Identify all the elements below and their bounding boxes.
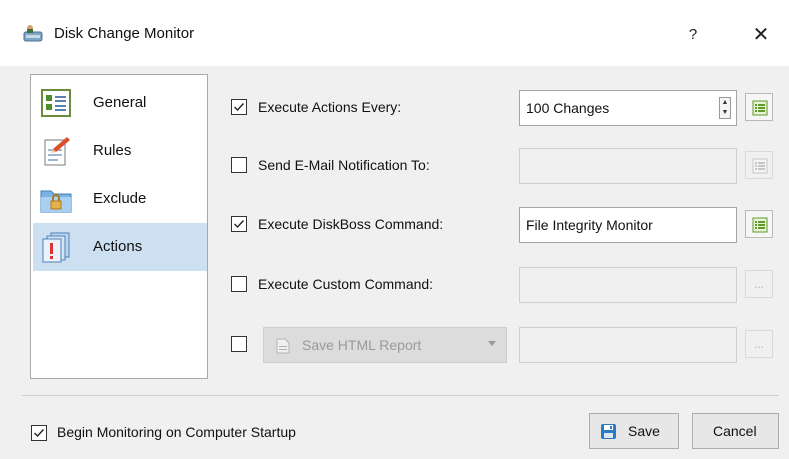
cancel-label: Cancel [713,423,757,439]
custom-command-label: Execute Custom Command: [258,276,434,292]
report-type-select[interactable]: Save HTML Report [263,327,507,363]
diskboss-value: File Integrity Monitor [526,217,653,233]
report-path-field[interactable] [519,327,737,363]
diskboss-label: Execute DiskBoss Command: [258,216,444,232]
diskboss-options-button[interactable] [745,210,773,238]
spin-up-icon[interactable]: ▲ [720,98,730,108]
help-button[interactable]: ? [678,20,708,50]
sidebar-item-label: General [93,94,147,111]
list-icon [752,217,768,233]
floppy-disk-icon [600,423,617,440]
general-icon [39,87,73,119]
exclude-icon [39,183,73,215]
execute-every-spinner[interactable]: ▲ ▼ [719,97,731,119]
actions-icon [39,231,73,263]
rules-icon [39,135,73,167]
custom-command-checkbox[interactable] [231,276,247,292]
execute-every-label: Execute Actions Every: [258,99,402,115]
list-icon [752,100,768,116]
execute-every-value: 100 Changes [526,100,610,116]
email-options-button[interactable] [745,151,773,179]
category-list: General Rules Exclude Actions [30,74,208,379]
execute-every-field[interactable]: 100 Changes ▲ ▼ [519,90,737,126]
save-label: Save [628,423,660,439]
execute-every-row: Execute Actions Every: 100 Changes ▲ ▼ [231,90,773,126]
sidebar-item-actions[interactable]: Actions [33,223,207,271]
startup-checkbox[interactable] [31,425,47,441]
spin-down-icon[interactable]: ▼ [720,108,730,118]
report-browse-button[interactable]: ... [745,330,773,358]
save-button[interactable]: Save [589,413,679,449]
sidebar-item-general[interactable]: General [33,79,207,127]
diskboss-row: Execute DiskBoss Command: File Integrity… [231,207,773,243]
cancel-button[interactable]: Cancel [692,413,779,449]
browse-label: ... [753,277,764,291]
footer-divider [22,395,779,396]
sidebar-item-label: Exclude [93,190,147,207]
browse-label: ... [753,337,764,351]
email-checkbox[interactable] [231,157,247,173]
list-icon [752,158,768,174]
document-icon [276,338,290,354]
sidebar-item-label: Actions [93,238,143,255]
window-title: Disk Change Monitor [54,25,195,42]
report-type-value: Save HTML Report [302,337,422,353]
title-bar: Disk Change Monitor ? ✕ [0,0,789,66]
report-row: Save HTML Report ... [231,327,773,363]
custom-command-browse-button[interactable]: ... [745,270,773,298]
diskboss-checkbox[interactable] [231,216,247,232]
diskboss-field[interactable]: File Integrity Monitor [519,207,737,243]
sidebar-item-rules[interactable]: Rules [33,127,207,175]
execute-every-options-button[interactable] [745,93,773,121]
report-checkbox[interactable] [231,336,247,352]
custom-command-row: Execute Custom Command: ... [231,267,773,303]
sidebar-item-label: Rules [93,142,132,159]
execute-every-checkbox[interactable] [231,99,247,115]
chevron-down-icon [488,341,496,346]
email-row: Send E-Mail Notification To: [231,148,773,184]
app-icon [22,23,44,43]
dialog: Disk Change Monitor ? ✕ General Rules Ex… [0,0,789,459]
sidebar-item-exclude[interactable]: Exclude [33,175,207,223]
email-field[interactable] [519,148,737,184]
startup-label: Begin Monitoring on Computer Startup [57,424,296,440]
email-label: Send E-Mail Notification To: [258,157,430,173]
close-button[interactable]: ✕ [746,20,776,50]
custom-command-field[interactable] [519,267,737,303]
